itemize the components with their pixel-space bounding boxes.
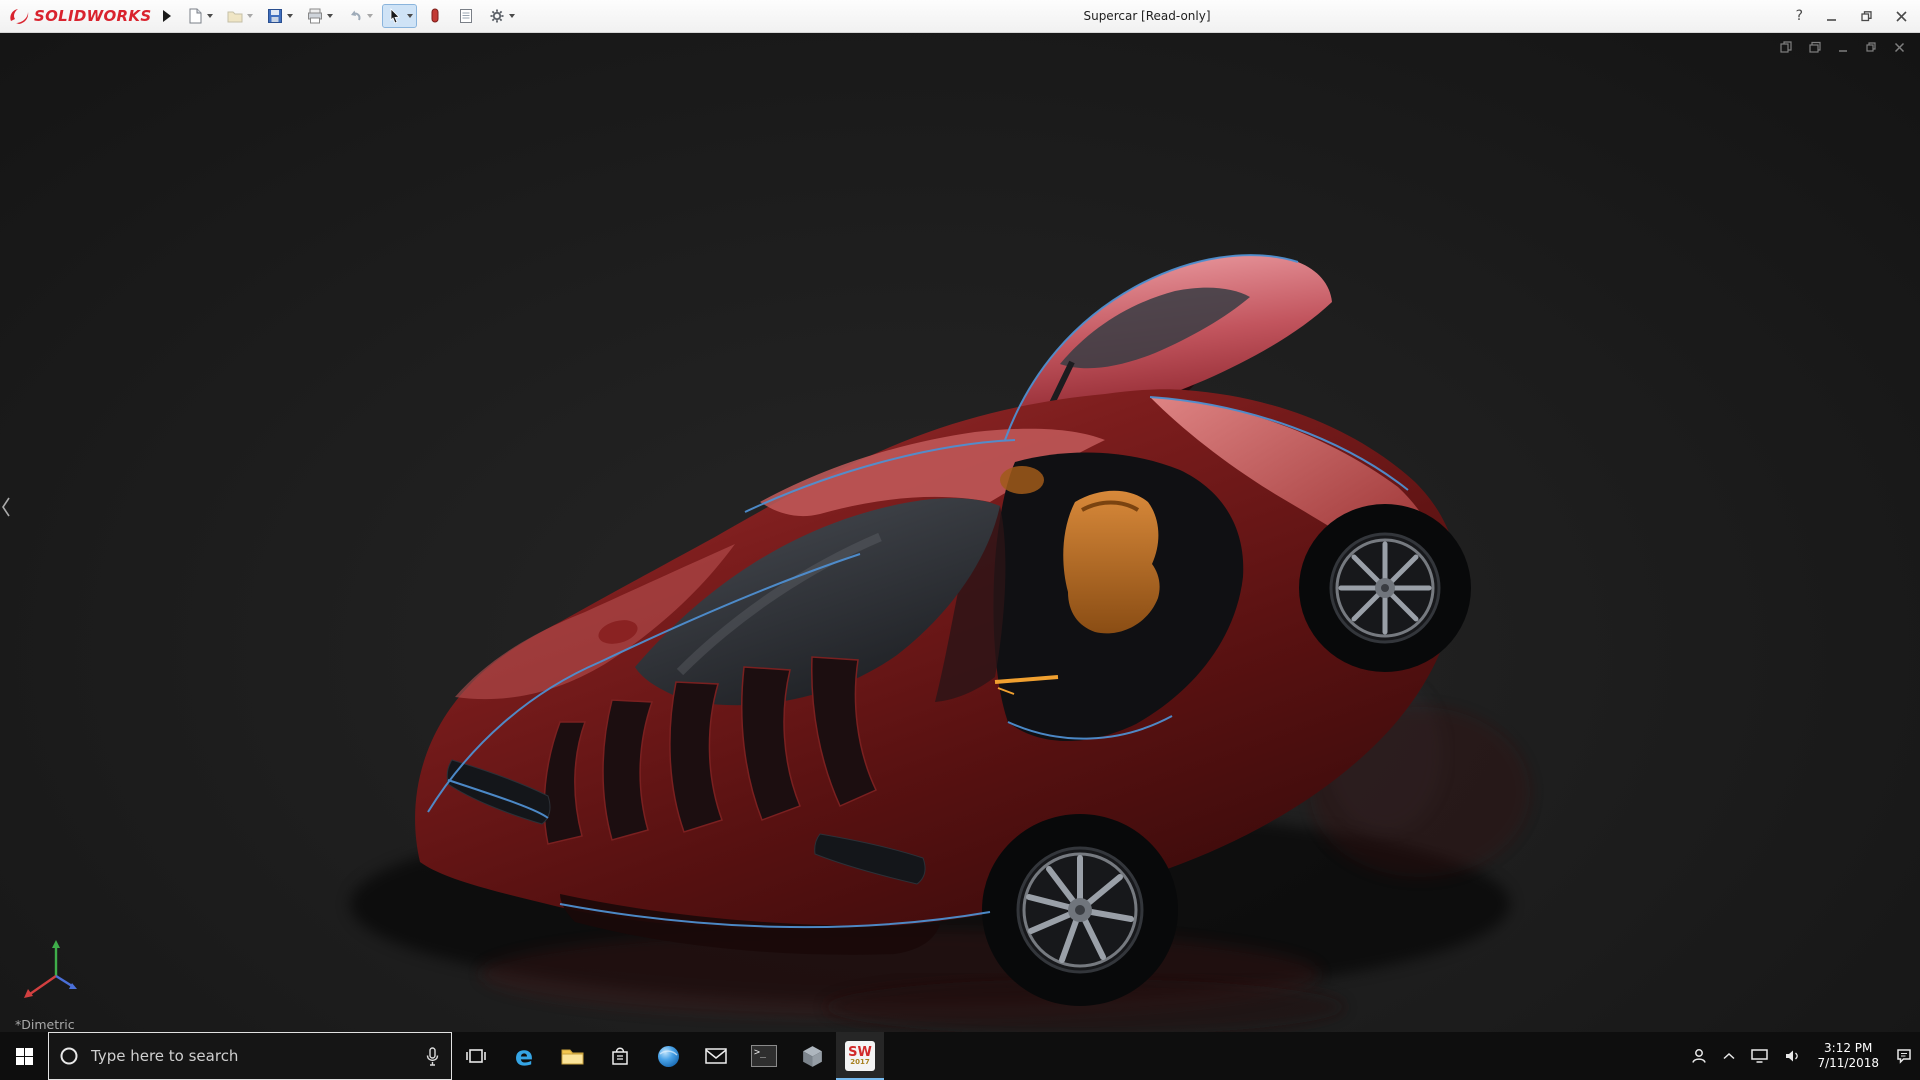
child-window-controls	[1779, 40, 1906, 54]
volume-button[interactable]	[1776, 1032, 1808, 1080]
dropdown-caret-icon	[247, 14, 253, 18]
front-wheel	[982, 814, 1178, 1006]
window-title: Supercar [Read-only]	[518, 9, 1775, 23]
triad-x-axis-red	[24, 976, 56, 998]
appearance-icon	[426, 7, 444, 25]
speaker-icon	[1783, 1048, 1801, 1064]
dropdown-caret-icon	[287, 14, 293, 18]
orientation-triad[interactable]	[14, 934, 88, 1012]
undo-arrow-icon	[346, 7, 364, 25]
file-explorer-button[interactable]	[548, 1032, 596, 1080]
close-icon	[1895, 10, 1908, 23]
window-controls: ?	[1776, 8, 1920, 24]
task-view-icon	[465, 1047, 487, 1065]
people-icon	[1690, 1047, 1708, 1065]
brand-name: SOLIDWORKS	[34, 7, 151, 25]
task-view-button[interactable]	[452, 1032, 500, 1080]
people-button[interactable]	[1683, 1032, 1715, 1080]
dropdown-caret-icon	[367, 14, 373, 18]
cube-app-button[interactable]	[788, 1032, 836, 1080]
clock-date: 7/11/2018	[1817, 1056, 1879, 1071]
rear-wheel	[1299, 504, 1471, 672]
terminal-icon: >_	[751, 1045, 777, 1067]
select-cursor-icon	[386, 7, 404, 25]
restore-icon	[1860, 10, 1873, 23]
new-document-icon	[186, 7, 204, 25]
cascade-windows-button[interactable]	[1808, 40, 1822, 54]
microphone-icon[interactable]	[424, 1046, 441, 1067]
mail-button[interactable]	[692, 1032, 740, 1080]
store-bag-icon	[610, 1046, 630, 1067]
appearance-button[interactable]	[423, 5, 447, 27]
restore-button[interactable]	[1860, 10, 1873, 23]
clock-time: 3:12 PM	[1817, 1041, 1879, 1056]
store-button[interactable]	[596, 1032, 644, 1080]
close-child-button[interactable]	[1893, 41, 1906, 54]
solidworks-logo: SOLIDWORKS	[0, 7, 155, 25]
taskbar-apps: e >_ SW 2017	[452, 1032, 884, 1080]
undo-button[interactable]	[343, 5, 376, 27]
folder-icon	[560, 1046, 585, 1066]
system-tray: 3:12 PM 7/11/2018	[1683, 1032, 1920, 1080]
taskbar-clock[interactable]: 3:12 PM 7/11/2018	[1808, 1041, 1888, 1071]
options-button[interactable]	[485, 5, 518, 27]
triad-y-axis-green	[52, 940, 60, 976]
edge-icon: e	[515, 1043, 533, 1070]
network-button[interactable]	[1743, 1032, 1776, 1080]
supercar-model	[0, 32, 1920, 1032]
dropdown-caret-icon	[509, 14, 515, 18]
windows-logo-icon	[16, 1048, 33, 1065]
panel-collapse-arrow[interactable]	[0, 495, 11, 523]
new-document-button[interactable]	[183, 5, 216, 27]
toolbar-flyout-arrow-icon[interactable]	[163, 10, 171, 22]
windows-taskbar: e >_ SW 2017	[0, 1032, 1920, 1080]
titlebar: SOLIDWORKS	[0, 0, 1920, 33]
search-input[interactable]	[89, 1046, 414, 1066]
report-sheet-icon	[457, 7, 475, 25]
gear-icon	[488, 7, 506, 25]
chevron-up-icon	[1722, 1051, 1736, 1061]
cortana-icon	[59, 1046, 79, 1066]
new-window-button[interactable]	[1779, 40, 1793, 54]
minimize-icon	[1825, 10, 1838, 23]
edge-button[interactable]: e	[500, 1032, 548, 1080]
minimize-child-button[interactable]	[1837, 41, 1850, 54]
command-prompt-button[interactable]: >_	[740, 1032, 788, 1080]
quick-toolbar	[183, 5, 518, 27]
design-report-button[interactable]	[454, 5, 478, 27]
globe-icon	[656, 1044, 681, 1069]
close-button[interactable]	[1895, 10, 1908, 23]
solidworks-app-button[interactable]: SW 2017	[836, 1032, 884, 1080]
save-button[interactable]	[263, 5, 296, 27]
graphics-area[interactable]: *Dimetric	[0, 32, 1920, 1032]
minimize-button[interactable]	[1825, 10, 1838, 23]
view-orientation-label: *Dimetric	[15, 1017, 75, 1032]
print-button[interactable]	[303, 5, 336, 27]
dropdown-caret-icon	[407, 14, 413, 18]
mail-envelope-icon	[704, 1047, 728, 1065]
start-button[interactable]	[0, 1032, 48, 1080]
triad-z-axis-blue	[56, 976, 77, 989]
network-icon	[1750, 1048, 1769, 1064]
help-button[interactable]: ?	[1796, 8, 1803, 24]
ds-logo-icon	[8, 7, 30, 25]
save-floppy-icon	[266, 7, 284, 25]
restore-child-button[interactable]	[1865, 41, 1878, 54]
select-tool-button[interactable]	[383, 5, 416, 27]
cube-icon	[801, 1044, 824, 1069]
hidden-icons-button[interactable]	[1715, 1032, 1743, 1080]
dropdown-caret-icon	[207, 14, 213, 18]
solidworks-icon: SW 2017	[845, 1041, 875, 1071]
taskbar-search[interactable]	[48, 1032, 452, 1080]
action-center-icon	[1895, 1047, 1913, 1065]
printer-icon	[306, 7, 324, 25]
open-folder-icon	[226, 7, 244, 25]
browser-globe-button[interactable]	[644, 1032, 692, 1080]
action-center-button[interactable]	[1888, 1032, 1920, 1080]
dropdown-caret-icon	[327, 14, 333, 18]
open-button[interactable]	[223, 5, 256, 27]
